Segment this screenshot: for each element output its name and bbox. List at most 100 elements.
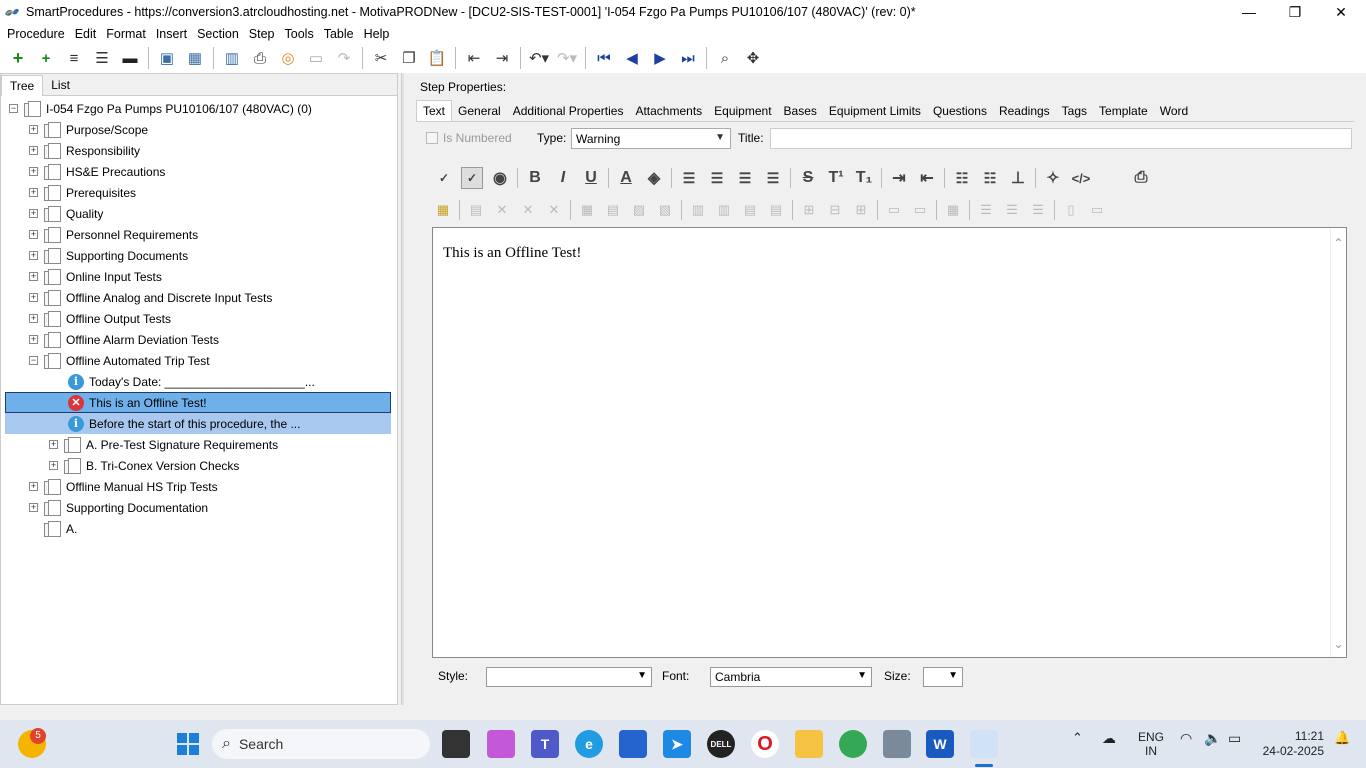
scroll-up-icon[interactable]: ⌃ [1331,236,1346,250]
tab-bases[interactable]: Bases [778,101,823,121]
menu-edit[interactable]: Edit [70,27,102,41]
taskbar-search[interactable]: ⌕ Search [212,729,430,759]
dell-icon[interactable]: DELL [707,730,735,758]
expand-icon[interactable]: + [29,482,38,491]
checkbox-box[interactable] [426,132,438,144]
show-hidden-icons-icon[interactable]: ⌃ [1072,730,1083,746]
expand-icon[interactable]: + [49,440,58,449]
editor-text[interactable]: This is an Offline Test! [443,245,581,262]
outdent-icon[interactable]: ⇤ [463,47,485,69]
bold-icon[interactable]: B [524,167,546,189]
title-input[interactable] [770,128,1352,149]
sync-icon[interactable]: ◎ [277,47,299,69]
indent-left-icon[interactable]: ⇤ [916,167,938,189]
tree-section-a[interactable]: A. [1,518,397,539]
expand-icon[interactable]: + [29,272,38,281]
tree-section-personnel[interactable]: + Personnel Requirements [1,224,397,245]
indent-icon[interactable]: ⇥ [491,47,513,69]
menu-table[interactable]: Table [319,27,359,41]
list-detail-icon[interactable]: ☰ [91,47,113,69]
save-icon[interactable]: ▦ [184,47,206,69]
spellcheck-icon[interactable]: ✓ [433,167,455,189]
smartprocedures-taskbar-icon[interactable] [970,730,998,758]
tree-step-warning[interactable]: ✕ This is an Offline Test! [5,392,391,413]
copy-icon[interactable]: ❐ [398,47,420,69]
expand-icon[interactable]: + [29,230,38,239]
minimize-button[interactable]: — [1226,0,1272,24]
insert-table-icon[interactable]: ▦ [432,199,454,221]
battery-icon[interactable]: ▭ [1228,730,1241,747]
tab-questions[interactable]: Questions [927,101,993,121]
superscript-icon[interactable]: T¹ [825,167,847,189]
add-icon[interactable]: + [7,47,29,69]
font-dropdown[interactable]: Cambria ▼ [710,667,872,687]
chrome-icon[interactable] [839,730,867,758]
tab-template[interactable]: Template [1093,101,1154,121]
tab-tree[interactable]: Tree [1,75,44,96]
find-icon[interactable]: ⌕ [714,47,736,69]
menu-section[interactable]: Section [192,27,244,41]
font-color-icon[interactable]: A [615,167,637,189]
wifi-icon[interactable]: ◠ [1180,730,1192,747]
expand-icon[interactable]: + [29,251,38,260]
first-icon[interactable]: ⏮ [593,47,615,69]
tab-attachments[interactable]: Attachments [629,101,708,121]
list-icon[interactable]: ≡ [63,47,85,69]
size-dropdown[interactable]: ▼ [923,667,963,687]
tree-section-offline-output[interactable]: + Offline Output Tests [1,308,397,329]
panel-splitter[interactable] [401,73,404,705]
tab-additional-properties[interactable]: Additional Properties [507,101,630,121]
tab-text[interactable]: Text [416,100,453,121]
align-left-icon[interactable]: ☰ [678,167,700,189]
subscript-icon[interactable]: T₁ [853,167,875,189]
editor-scrollbar[interactable]: ⌃ ⌄ [1330,228,1346,657]
restore-button[interactable]: ❐ [1272,0,1318,24]
tree-section-prerequisites[interactable]: + Prerequisites [1,182,397,203]
tree-section-offline-manual[interactable]: + Offline Manual HS Trip Tests [1,476,397,497]
network-icon[interactable]: ☁ [1102,730,1116,747]
is-numbered-checkbox[interactable]: Is Numbered [426,131,512,145]
accessibility-icon[interactable]: ◉ [489,167,511,189]
tree-section-online-input[interactable]: + Online Input Tests [1,266,397,287]
window-icon[interactable]: ▭ [305,47,327,69]
menu-insert[interactable]: Insert [151,27,192,41]
expand-icon[interactable]: + [29,188,38,197]
collapse-icon[interactable]: − [9,104,18,113]
type-dropdown[interactable]: Warning ▼ [571,128,731,149]
tree-sub-b[interactable]: + B. Tri-Conex Version Checks [1,455,397,476]
underline-icon[interactable]: U [580,167,602,189]
teams-icon[interactable]: T [531,730,559,758]
edge-icon[interactable]: e [575,730,603,758]
app-icon[interactable] [883,730,911,758]
tree-section-offline-alarm[interactable]: + Offline Alarm Deviation Tests [1,329,397,350]
close-button[interactable]: ✕ [1318,0,1364,24]
tree-root[interactable]: − I-054 Fzgo Pa Pumps PU10106/107 (480VA… [1,98,397,119]
expand-icon[interactable]: + [29,167,38,176]
volume-icon[interactable]: 🔈 [1204,730,1221,747]
word-icon[interactable]: W [926,730,954,758]
last-icon[interactable]: ⏭ [677,47,699,69]
menu-format[interactable]: Format [101,27,151,41]
spellcheck-auto-icon[interactable]: ✓ [461,167,483,189]
export-icon[interactable]: ▥ [221,47,243,69]
store-icon[interactable] [619,730,647,758]
tree-section-offline-analog[interactable]: + Offline Analog and Discrete Input Tests [1,287,397,308]
tab-word[interactable]: Word [1154,101,1194,121]
expand-icon[interactable]: + [29,335,38,344]
step-text-editor[interactable]: This is an Offline Test! ⌃ ⌄ [432,227,1347,658]
scroll-down-icon[interactable]: ⌄ [1331,637,1346,651]
redo-icon[interactable]: ↷▾ [556,47,578,69]
tab-equipment-limits[interactable]: Equipment Limits [823,101,927,121]
expand-icon[interactable]: + [29,146,38,155]
tree-sub-a[interactable]: + A. Pre-Test Signature Requirements [1,434,397,455]
paste-icon[interactable]: 📋 [426,47,448,69]
cut-icon[interactable]: ✂ [370,47,392,69]
menu-step[interactable]: Step [244,27,280,41]
numbered-list-icon[interactable]: ☷ [979,167,1001,189]
align-right-icon[interactable]: ☰ [734,167,756,189]
tree-step-date[interactable]: i Today's Date: _____________________... [1,371,397,392]
expand-icon[interactable]: + [49,461,58,470]
save-all-icon[interactable]: ▣ [156,47,178,69]
expand-icon[interactable]: + [29,503,38,512]
tree-section-offline-trip[interactable]: − Offline Automated Trip Test [1,350,397,371]
